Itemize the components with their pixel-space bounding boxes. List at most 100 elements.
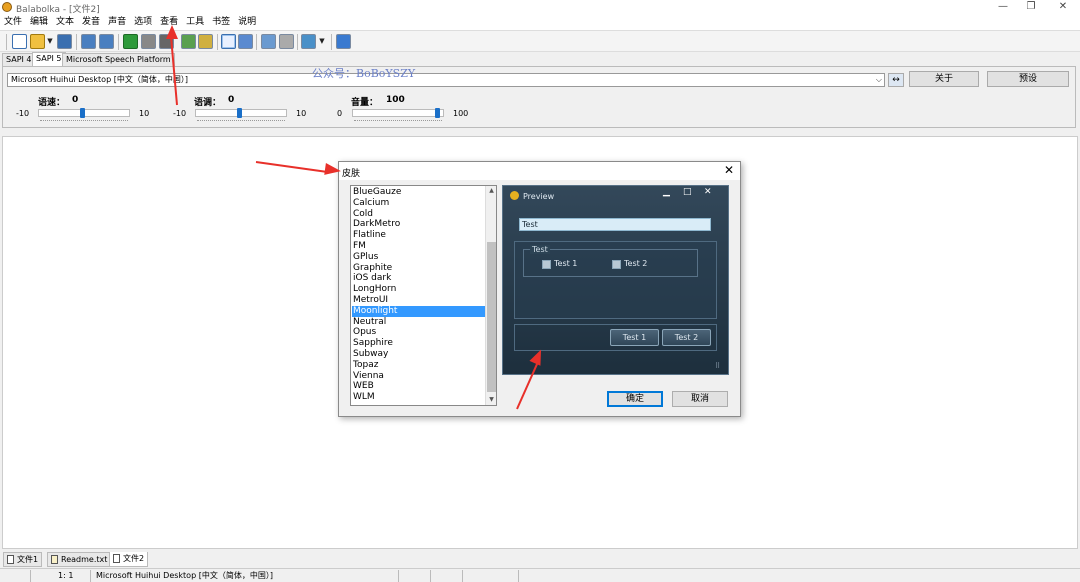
doc-tab-2[interactable]: 文件2 <box>109 552 149 567</box>
open-dropdown-icon[interactable]: ▼ <box>46 34 54 49</box>
status-separator <box>462 570 463 582</box>
menu-pronounce[interactable]: 发音 <box>78 14 104 30</box>
skin-item[interactable]: BlueGauze <box>352 187 485 198</box>
scroll-down-icon[interactable]: ▼ <box>486 395 496 405</box>
skin-item[interactable]: Moonlight <box>352 305 485 317</box>
skin-item[interactable]: Vienna <box>352 371 485 382</box>
voice-refresh-icon[interactable]: ↔ <box>888 73 904 87</box>
menu-edit[interactable]: 编辑 <box>26 14 52 30</box>
open-folder-icon[interactable] <box>30 34 45 49</box>
pause-icon[interactable] <box>141 34 156 49</box>
split-audio-icon[interactable] <box>198 34 213 49</box>
doc-tab-readme[interactable]: Readme.txt <box>47 552 112 567</box>
print-preview-icon[interactable] <box>99 34 114 49</box>
pitch-label: 语调： <box>194 98 222 108</box>
menu-help[interactable]: 说明 <box>234 14 260 30</box>
voice-settings-icon[interactable] <box>301 34 316 49</box>
tab-sapi4[interactable]: SAPI 4 <box>2 53 36 66</box>
skin-item[interactable]: WLM <box>352 392 485 403</box>
rate-max: 10 <box>139 109 150 118</box>
skin-item[interactable]: Neutral <box>352 317 485 328</box>
print-icon[interactable] <box>81 34 96 49</box>
restore-button[interactable]: ❐ <box>1014 0 1048 14</box>
volume-slider-thumb[interactable] <box>435 108 440 118</box>
status-separator <box>90 570 91 582</box>
rate-ticks <box>40 120 128 122</box>
skin-dialog: 皮肤 ✕ BlueGauze Calcium Cold DarkMetro Flatli… <box>338 161 741 417</box>
skin-item[interactable]: Flatline <box>352 230 485 241</box>
volume-ticks <box>354 120 442 122</box>
preview-button-2: Test 2 <box>662 329 711 346</box>
skin-list[interactable]: BlueGauze Calcium Cold DarkMetro Flatline FM G… <box>350 185 497 406</box>
menu-voice[interactable]: 声音 <box>104 14 130 30</box>
watermark: 公众号：BoBoYSZY <box>312 67 416 80</box>
skin-item[interactable]: Topaz <box>352 360 485 371</box>
pitch-min: -10 <box>173 109 187 118</box>
preview-group-label: Test <box>530 245 550 254</box>
cancel-button[interactable]: 取消 <box>672 391 728 407</box>
skin-item[interactable]: Sapphire <box>352 338 485 349</box>
skin-item[interactable]: FM <box>352 241 485 252</box>
menu-text[interactable]: 文本 <box>52 14 78 30</box>
play-icon[interactable] <box>123 34 138 49</box>
annotation-arrowhead-menu <box>166 25 178 39</box>
menu-file[interactable]: 文件 <box>0 14 26 30</box>
doc-tab-readme-label: Readme.txt <box>61 555 108 564</box>
skin-item[interactable]: Subway <box>352 349 485 360</box>
rate-slider-thumb[interactable] <box>80 108 85 118</box>
pitch-ticks <box>197 120 285 122</box>
preview-title: Preview <box>523 192 555 201</box>
status-separator <box>430 570 431 582</box>
skin-item[interactable]: DarkMetro <box>352 219 485 230</box>
ok-button[interactable]: 确定 <box>607 391 663 407</box>
scroll-up-icon[interactable]: ▲ <box>486 186 496 196</box>
save-audio-icon[interactable] <box>181 34 196 49</box>
rate-slider[interactable] <box>38 108 130 118</box>
close-button[interactable]: ✕ <box>1046 0 1080 14</box>
save-icon[interactable] <box>57 34 72 49</box>
doc-tab-1[interactable]: 文件1 <box>3 552 43 567</box>
skin-item[interactable]: iOS dark <box>352 273 485 284</box>
scrollbar-thumb[interactable] <box>487 242 496 392</box>
help-icon[interactable] <box>336 34 351 49</box>
dialog-close-button[interactable]: ✕ <box>724 163 734 177</box>
read-clipboard-icon[interactable] <box>279 34 294 49</box>
new-document-icon[interactable] <box>12 34 27 49</box>
voice-select[interactable]: Microsoft Huihui Desktop [中文（简体，中国）] ⌵ <box>7 73 885 87</box>
skin-list-scrollbar[interactable]: ▲ ▼ <box>485 186 496 405</box>
toolbar-separator <box>76 34 77 50</box>
title-bar: Balabolka - [文件2] — ❐ ✕ <box>0 0 1080 15</box>
skin-item[interactable]: Calcium <box>352 198 485 209</box>
preview-button-1: Test 1 <box>610 329 659 346</box>
skin-item[interactable]: WEB <box>352 381 485 392</box>
toolbar-separator <box>217 34 218 50</box>
pitch-slider-thumb[interactable] <box>237 108 242 118</box>
skin-item[interactable]: GPlus <box>352 252 485 263</box>
preview-checkbox-2-label: Test 2 <box>624 259 648 268</box>
skin-item[interactable]: Opus <box>352 327 485 338</box>
skin-item[interactable]: LongHorn <box>352 284 485 295</box>
about-button[interactable]: 关于 <box>909 71 979 87</box>
volume-slider[interactable] <box>352 108 444 118</box>
show-list-panel-icon[interactable] <box>238 34 253 49</box>
menu-options[interactable]: 选项 <box>130 14 156 30</box>
tab-sapi5[interactable]: SAPI 5 <box>32 52 66 66</box>
skin-item[interactable]: Cold <box>352 209 485 220</box>
voice-settings-dropdown-icon[interactable]: ▼ <box>318 34 326 49</box>
status-bar: 1: 1 Microsoft Huihui Desktop [中文（简体，中国）… <box>0 568 1080 582</box>
toolbar-separator <box>118 34 119 50</box>
menu-bookmarks[interactable]: 书签 <box>208 14 234 30</box>
menu-tools[interactable]: 工具 <box>182 14 208 30</box>
document-icon <box>7 555 14 564</box>
preview-checkbox-2 <box>612 260 621 269</box>
show-text-panel-icon[interactable] <box>221 34 236 49</box>
presets-button[interactable]: 预设 <box>987 71 1069 87</box>
tab-speech-platform[interactable]: Microsoft Speech Platform <box>62 53 175 66</box>
text-file-icon <box>51 555 58 564</box>
skin-item[interactable]: MetroUI <box>352 295 485 306</box>
pitch-slider[interactable] <box>195 108 287 118</box>
skin-item[interactable]: Graphite <box>352 263 485 274</box>
convert-files-icon[interactable] <box>261 34 276 49</box>
balabolka-app-icon <box>2 2 12 12</box>
toolbar: ▼ ▼ <box>0 30 1080 52</box>
